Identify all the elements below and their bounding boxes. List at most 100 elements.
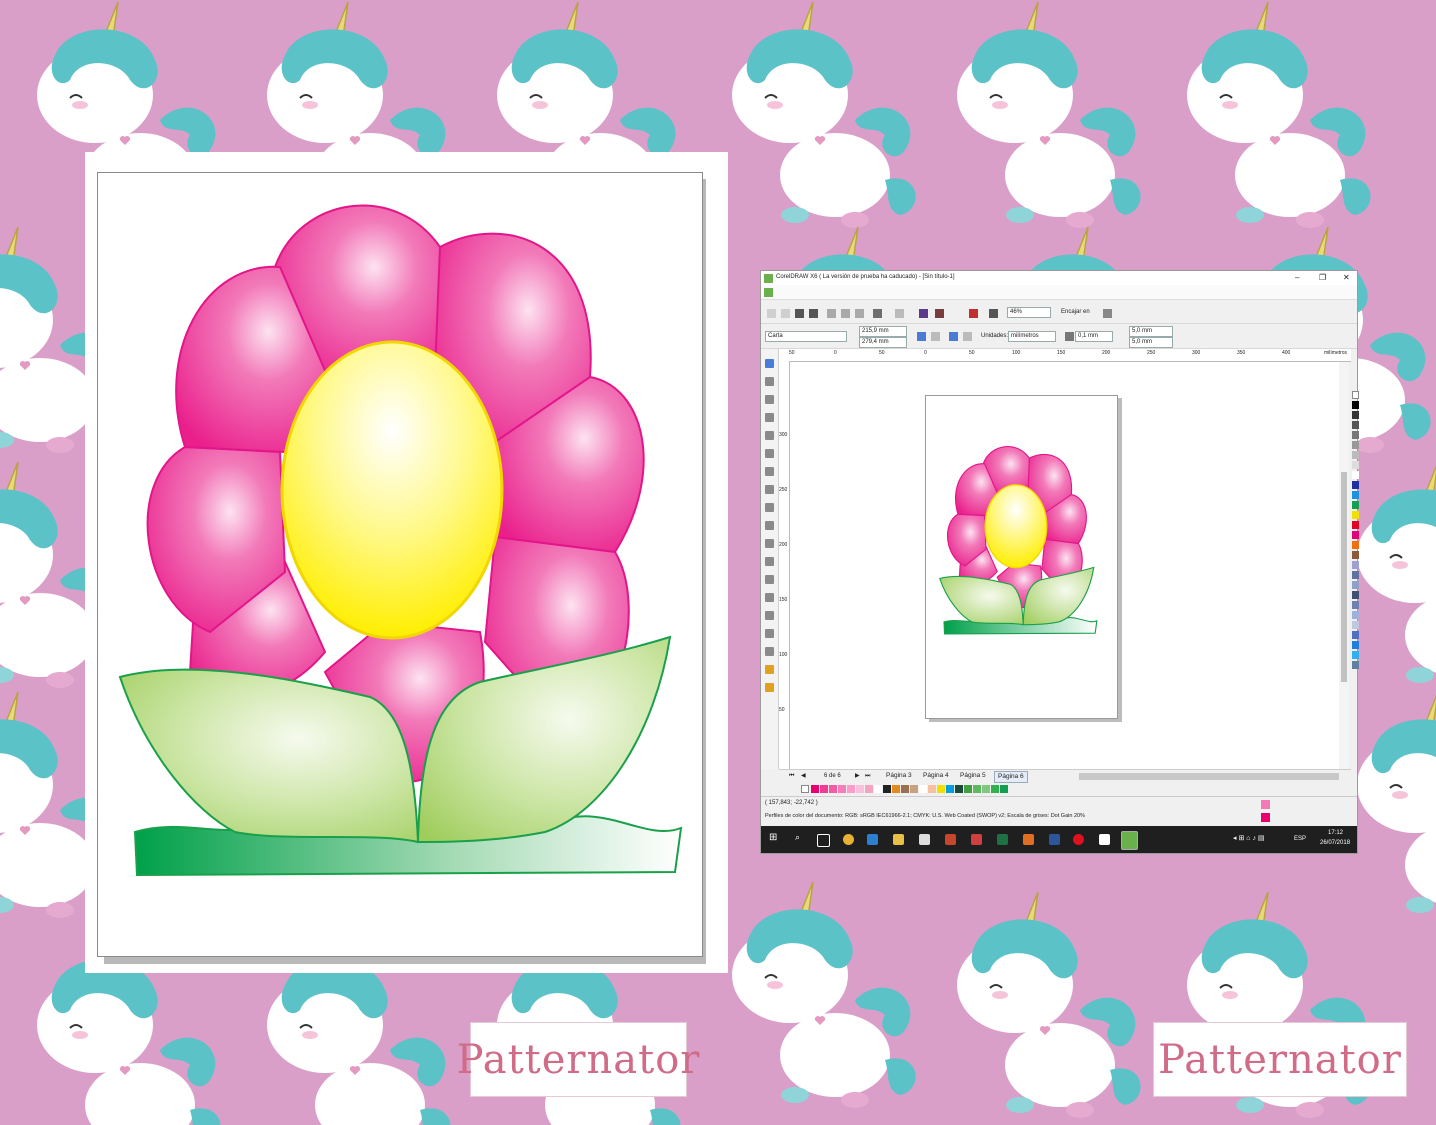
polygon-tool-icon[interactable]: [765, 503, 774, 512]
no-color-swatch[interactable]: [1352, 391, 1359, 399]
color-swatch[interactable]: [937, 785, 945, 793]
color-swatch[interactable]: [1352, 661, 1359, 669]
pick-tool-icon[interactable]: [765, 359, 774, 368]
search-icon[interactable]: ⌕: [795, 833, 800, 842]
color-swatch[interactable]: [1352, 401, 1359, 409]
color-swatch[interactable]: [1352, 561, 1359, 569]
connector-tool-icon[interactable]: [765, 593, 774, 602]
color-swatch[interactable]: [865, 785, 873, 793]
color-swatch[interactable]: [964, 785, 972, 793]
horizontal-scrollbar[interactable]: [1079, 773, 1339, 780]
restore-button[interactable]: ❐: [1319, 273, 1326, 282]
color-swatch[interactable]: [910, 785, 918, 793]
page-tab-4[interactable]: Página 4: [920, 771, 952, 781]
color-swatch[interactable]: [1352, 451, 1359, 459]
system-tray-icons[interactable]: ◂ ⊞ ⌂ ♪ ▤: [1233, 834, 1265, 843]
file-explorer-icon[interactable]: [893, 834, 904, 845]
close-button[interactable]: ✕: [1343, 273, 1350, 282]
text-tool-icon[interactable]: [765, 539, 774, 548]
interactive-fill-tool-icon[interactable]: [765, 683, 774, 692]
shape-tool-icon[interactable]: [765, 377, 774, 386]
color-swatch[interactable]: [1352, 631, 1359, 639]
drawing-canvas[interactable]: [790, 362, 1343, 769]
color-swatch[interactable]: [982, 785, 990, 793]
copy-icon[interactable]: [841, 309, 850, 318]
color-swatch[interactable]: [1352, 551, 1359, 559]
table-tool-icon[interactable]: [765, 557, 774, 566]
vertical-scrollbar[interactable]: [1339, 362, 1349, 769]
task-view-icon[interactable]: [817, 834, 830, 847]
color-swatch[interactable]: [928, 785, 936, 793]
no-color-swatch[interactable]: [801, 785, 809, 793]
color-swatch[interactable]: [1352, 461, 1359, 469]
all-pages-icon[interactable]: [949, 332, 958, 341]
coreldraw-taskbar-icon[interactable]: [1121, 831, 1138, 850]
freehand-tool-icon[interactable]: [765, 431, 774, 440]
page-tab-3[interactable]: Página 3: [883, 771, 915, 781]
color-swatch[interactable]: [1352, 581, 1359, 589]
color-swatch[interactable]: [1352, 441, 1359, 449]
next-page-button[interactable]: ▶: [855, 772, 860, 781]
page-tab-5[interactable]: Página 5: [957, 771, 989, 781]
media-player-icon[interactable]: [1023, 834, 1034, 845]
portrait-orientation-icon[interactable]: [917, 332, 926, 341]
color-swatch[interactable]: [811, 785, 819, 793]
input-language[interactable]: ESP: [1294, 835, 1306, 844]
export-icon[interactable]: [935, 309, 944, 318]
clock-date[interactable]: 26/07/2018: [1320, 839, 1350, 848]
color-swatch[interactable]: [1352, 431, 1359, 439]
color-swatch[interactable]: [946, 785, 954, 793]
color-swatch[interactable]: [955, 785, 963, 793]
color-profile-info[interactable]: Perfiles de color del documento: RGB: sR…: [765, 812, 1085, 821]
color-swatch[interactable]: [883, 785, 891, 793]
outline-tool-icon[interactable]: [765, 647, 774, 656]
color-swatch[interactable]: [874, 785, 882, 793]
color-swatch[interactable]: [1352, 541, 1359, 549]
color-swatch[interactable]: [847, 785, 855, 793]
duplicate-y-field[interactable]: 5,0 mm: [1129, 337, 1173, 348]
color-swatch[interactable]: [1352, 591, 1359, 599]
color-swatch[interactable]: [838, 785, 846, 793]
page-size-select[interactable]: Carta: [765, 331, 847, 342]
effects-tool-icon[interactable]: [765, 611, 774, 620]
color-swatch[interactable]: [1352, 601, 1359, 609]
powerpoint-icon[interactable]: [945, 834, 956, 845]
app-launcher-icon[interactable]: [989, 309, 998, 318]
units-select[interactable]: milímetros: [1008, 331, 1056, 342]
publisher-icon[interactable]: [971, 834, 982, 845]
color-swatch[interactable]: [1000, 785, 1008, 793]
color-swatch[interactable]: [820, 785, 828, 793]
print-icon[interactable]: [809, 309, 818, 318]
scrollbar-thumb[interactable]: [1341, 472, 1347, 682]
color-swatch[interactable]: [1352, 411, 1359, 419]
color-swatch[interactable]: [1352, 641, 1359, 649]
page-width-field[interactable]: 215,9 mm: [859, 326, 907, 337]
minimize-button[interactable]: –: [1295, 273, 1299, 282]
landscape-orientation-icon[interactable]: [931, 332, 940, 341]
word-icon[interactable]: [1049, 834, 1060, 845]
page-height-field[interactable]: 279,4 mm: [859, 337, 907, 348]
color-swatch[interactable]: [1352, 621, 1359, 629]
smart-fill-tool-icon[interactable]: [765, 449, 774, 458]
color-swatch[interactable]: [829, 785, 837, 793]
color-swatch[interactable]: [1352, 421, 1359, 429]
last-page-button[interactable]: ⏭: [865, 772, 870, 781]
basic-shapes-tool-icon[interactable]: [765, 521, 774, 530]
page-tab-6[interactable]: Página 6: [994, 771, 1028, 783]
color-swatch[interactable]: [1352, 651, 1359, 659]
color-swatch[interactable]: [1352, 471, 1359, 479]
excel-icon[interactable]: [997, 834, 1008, 845]
rectangle-tool-icon[interactable]: [765, 467, 774, 476]
zoom-tool-icon[interactable]: [765, 413, 774, 422]
options-icon[interactable]: [1103, 309, 1112, 318]
notepad-icon[interactable]: [1099, 834, 1110, 845]
color-swatch[interactable]: [1352, 531, 1359, 539]
start-button[interactable]: ⊞: [769, 833, 777, 843]
save-icon[interactable]: [795, 309, 804, 318]
paste-icon[interactable]: [855, 309, 864, 318]
snap-to-menu[interactable]: Encajar en: [1061, 308, 1090, 317]
color-swatch[interactable]: [1352, 491, 1359, 499]
zoom-level-select[interactable]: 46%: [1007, 307, 1051, 318]
color-swatch[interactable]: [973, 785, 981, 793]
current-page-icon[interactable]: [963, 332, 972, 341]
